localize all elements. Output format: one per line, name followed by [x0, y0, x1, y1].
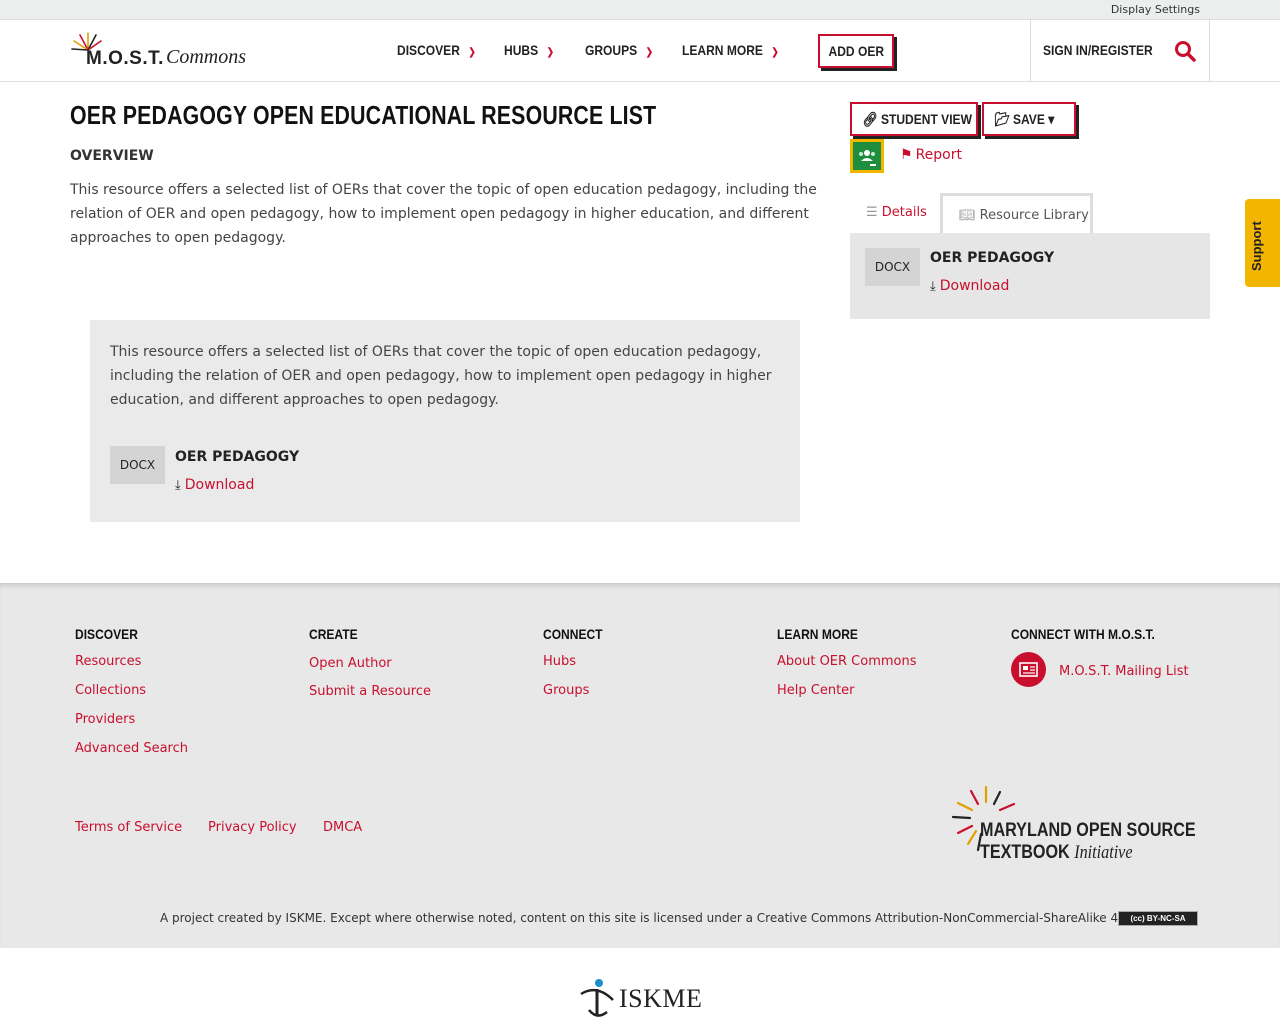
footer-link-groups[interactable]: Groups	[543, 683, 589, 698]
link-icon: 🔗︎	[862, 111, 881, 127]
support-tab[interactable]: Support	[1245, 199, 1280, 287]
list-icon: ☰	[866, 205, 882, 220]
nav-groups[interactable]: GROUPS ❯	[585, 42, 653, 58]
student-view-button[interactable]: 🔗︎ STUDENT VIEW	[850, 102, 978, 136]
file-name: OER PEDAGOGY	[175, 449, 300, 465]
footer-link-hubs[interactable]: Hubs	[543, 654, 576, 669]
add-oer-button[interactable]: ADD OER	[818, 34, 894, 68]
footer-heading-create: CREATE	[309, 626, 358, 642]
footer-heading-connect-most: CONNECT WITH M.O.S.T.	[1011, 626, 1155, 642]
site-logo[interactable]: M.O.S.T. Commons	[70, 28, 255, 72]
save-button[interactable]: 📂︎ SAVE ▾	[982, 102, 1076, 136]
nav-hubs[interactable]: HUBS ❯	[504, 42, 554, 58]
site-footer: DISCOVER Resources Collections Providers…	[0, 583, 1280, 948]
overview-heading: OVERVIEW	[70, 148, 154, 164]
footer-link-privacy[interactable]: Privacy Policy	[208, 820, 297, 835]
footer-heading-connect: CONNECT	[543, 626, 603, 642]
newsletter-icon[interactable]	[1011, 652, 1046, 687]
chevron-down-icon: ❯	[546, 47, 554, 58]
footer-link-dmca[interactable]: DMCA	[323, 820, 362, 835]
download-icon: ⤓	[175, 478, 181, 493]
resource-library-panel: DOCX OER PEDAGOGY ⤓ Download	[850, 233, 1210, 319]
file-name: OER PEDAGOGY	[930, 250, 1055, 266]
footer-link-submit-resource[interactable]: Submit a Resource	[309, 684, 431, 699]
display-settings-link[interactable]: Display Settings	[1111, 3, 1200, 16]
nav-learn-more[interactable]: LEARN MORE ❯	[682, 42, 779, 58]
nav-discover[interactable]: DISCOVER ❯	[397, 42, 476, 58]
book-icon: 📖︎	[959, 208, 980, 223]
footer-link-help-center[interactable]: Help Center	[777, 683, 855, 698]
overview-text: This resource offers a selected list of …	[70, 182, 817, 246]
search-icon[interactable]	[1174, 40, 1196, 62]
google-classroom-icon[interactable]	[850, 139, 884, 173]
tab-resource-library[interactable]: 📖︎ Resource Library	[940, 193, 1093, 235]
resource-file-box: This resource offers a selected list of …	[90, 320, 800, 522]
logo-text-commons: Commons	[166, 46, 247, 68]
tab-details[interactable]: ☰ Details	[866, 205, 927, 220]
most-initiative-logo[interactable]: MARYLAND OPEN SOURCE TEXTBOOK Initiative	[948, 784, 1203, 864]
file-type-badge: DOCX	[865, 248, 920, 286]
bottom-bar: ISKME	[0, 948, 1280, 1024]
most-logo-line2: TEXTBOOK Initiative	[980, 842, 1133, 863]
chevron-down-icon: ❯	[645, 47, 654, 58]
footer-link-collections[interactable]: Collections	[75, 683, 146, 698]
footer-link-about-oer-commons[interactable]: About OER Commons	[777, 654, 917, 669]
iskme-wordmark: ISKME	[619, 984, 703, 1013]
resource-description: This resource offers a selected list of …	[110, 344, 772, 408]
logo-text-most: M.O.S.T.	[86, 48, 164, 69]
utility-bar: Display Settings	[0, 0, 1280, 20]
folder-icon: 📂︎	[994, 111, 1013, 127]
cc-license-badge[interactable]: (cc) BY-NC-SA	[1118, 911, 1198, 926]
footer-heading-discover: DISCOVER	[75, 626, 138, 642]
sign-in-register-link[interactable]: SIGN IN/REGISTER	[1043, 42, 1153, 58]
footer-link-providers[interactable]: Providers	[75, 712, 135, 727]
license-text: A project created by ISKME. Except where…	[160, 911, 1183, 925]
footer-heading-learn-more: LEARN MORE	[777, 626, 858, 642]
newspaper-glyph-icon	[1019, 662, 1038, 677]
chevron-down-icon: ❯	[771, 47, 779, 58]
page-title: OER PEDAGOGY OPEN EDUCATIONAL RESOURCE L…	[70, 100, 657, 130]
footer-link-resources[interactable]: Resources	[75, 654, 141, 669]
iskme-logo[interactable]: ISKME	[575, 976, 705, 1020]
chevron-down-icon: ❯	[468, 47, 476, 58]
iskme-figure-icon	[580, 979, 614, 1017]
report-link[interactable]: ⚑ Report	[900, 147, 962, 163]
file-type-badge: DOCX	[110, 446, 165, 484]
download-icon: ⤓	[930, 279, 936, 294]
download-link[interactable]: ⤓ Download	[175, 477, 254, 493]
most-logo-line1: MARYLAND OPEN SOURCE	[980, 820, 1196, 841]
download-link[interactable]: ⤓ Download	[930, 278, 1009, 294]
classroom-glyph-icon	[859, 150, 876, 166]
flag-icon: ⚑	[900, 147, 913, 163]
footer-link-mailing-list[interactable]: M.O.S.T. Mailing List	[1059, 664, 1189, 679]
site-header: M.O.S.T. Commons DISCOVER ❯ HUBS ❯ GROUPS ❯…	[0, 20, 1280, 82]
footer-link-open-author[interactable]: Open Author	[309, 656, 392, 671]
footer-link-terms[interactable]: Terms of Service	[75, 820, 182, 835]
footer-link-advanced-search[interactable]: Advanced Search	[75, 741, 188, 756]
